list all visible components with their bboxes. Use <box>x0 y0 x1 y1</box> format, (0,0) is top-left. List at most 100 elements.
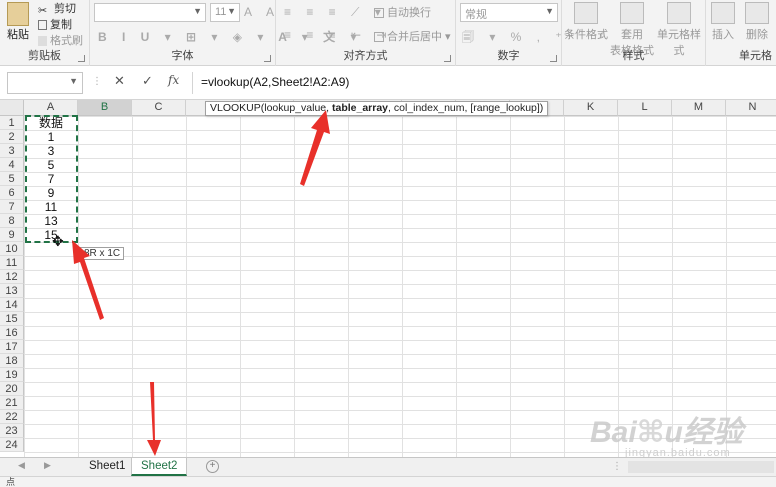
function-tooltip[interactable]: VLOOKUP(lookup_value, table_array, col_i… <box>205 101 549 116</box>
selection-size-tip: 8R x 1C <box>80 247 125 260</box>
status-bar: 点 <box>0 476 776 487</box>
row-header-12[interactable]: 12 <box>0 270 24 284</box>
clipboard-launcher-icon[interactable] <box>78 55 85 62</box>
row-header-10[interactable]: 10 <box>0 242 24 256</box>
number-format-combo[interactable]: 常规 ▼ <box>460 3 558 22</box>
wrap-text-button[interactable]: 自动换行 <box>374 4 431 20</box>
tab-splitter-icon[interactable]: ⋮ <box>612 461 622 472</box>
row-header-1[interactable]: 1 <box>0 116 24 130</box>
row-header-23[interactable]: 23 <box>0 424 24 438</box>
row-header-18[interactable]: 18 <box>0 354 24 368</box>
chevron-down-icon: ▼ <box>193 6 202 16</box>
row-header-24[interactable]: 24 <box>0 438 24 452</box>
row-header-11[interactable]: 11 <box>0 256 24 270</box>
tooltip-current-arg[interactable]: table_array <box>332 102 388 114</box>
row-header-20[interactable]: 20 <box>0 382 24 396</box>
formula-input[interactable]: =vlookup(A2,Sheet2!A2:A9) <box>192 72 776 94</box>
next-sheet-icon[interactable]: ▶ <box>44 460 51 471</box>
wrap-text-label: 自动换行 <box>387 7 431 19</box>
font-launcher-icon[interactable] <box>264 55 271 62</box>
font-size-combo[interactable]: 11 ▼ <box>210 3 240 22</box>
column-header-m[interactable]: M <box>672 100 726 116</box>
alignment-launcher-icon[interactable] <box>444 55 451 62</box>
conditional-format-icon <box>574 2 598 24</box>
styles-group: 条件格式 套用 表格格式 单元格样式 样式 <box>562 0 706 66</box>
chevron-down-icon: ▼ <box>227 6 236 16</box>
font-name-combo[interactable]: ▼ <box>94 3 206 22</box>
conditional-format-button[interactable]: 条件格式 <box>564 2 608 42</box>
row-header-17[interactable]: 17 <box>0 340 24 354</box>
row-header-6[interactable]: 6 <box>0 186 24 200</box>
delete-icon <box>745 2 769 24</box>
copy-label: 复制 <box>50 19 72 31</box>
font-grow-shrink-icons[interactable]: A A <box>244 5 280 19</box>
row-header-4[interactable]: 4 <box>0 158 24 172</box>
row-header-15[interactable]: 15 <box>0 312 24 326</box>
format-painter-button[interactable]: 格式刷 <box>38 32 83 48</box>
column-header-b[interactable]: B <box>78 100 132 116</box>
row-header-19[interactable]: 19 <box>0 368 24 382</box>
column-header-a[interactable]: A <box>24 100 78 116</box>
number-group-label: 数字 <box>497 50 520 62</box>
tab-sheet2[interactable]: Sheet2 <box>131 458 188 476</box>
row-header-8[interactable]: 8 <box>0 214 24 228</box>
chevron-down-icon: ▼ <box>545 6 554 16</box>
font-size-value: 11 <box>215 6 227 18</box>
enter-button[interactable]: ✓ <box>142 73 153 89</box>
cells-group-label: 单元格 <box>739 50 772 62</box>
prev-sheet-icon[interactable]: ◀ <box>18 460 25 471</box>
cancel-button[interactable]: ✕ <box>114 73 125 89</box>
insert-button[interactable]: 插入 <box>708 2 738 42</box>
merge-center-button[interactable]: 合并后居中 ▾ <box>374 28 451 44</box>
insert-label: 插入 <box>712 29 734 41</box>
number-launcher-icon[interactable] <box>550 55 557 62</box>
tooltip-prefix: VLOOKUP(lookup_value, <box>210 102 332 114</box>
chevron-down-icon: ▼ <box>69 76 78 86</box>
row-header-5[interactable]: 5 <box>0 172 24 186</box>
table-format-label-1: 套用 <box>621 29 643 41</box>
vertical-align-icons[interactable]: ≡ ≡ ≡ ⟋ ▾ <box>284 5 387 20</box>
column-header-k[interactable]: K <box>564 100 618 116</box>
cut-button[interactable]: ✂ 剪切 <box>38 0 76 17</box>
move-cursor-icon: ✥ <box>52 233 64 249</box>
select-all-corner[interactable] <box>0 100 24 116</box>
row-header-14[interactable]: 14 <box>0 298 24 312</box>
column-header-n[interactable]: N <box>726 100 776 116</box>
row-header-3[interactable]: 3 <box>0 144 24 158</box>
brush-icon <box>38 36 47 46</box>
cell-styles-icon <box>667 2 691 24</box>
ribbon: 粘贴 ✂ 剪切 复制 格式刷 剪贴板 ▼ 11 ▼ A A B I U ▾ ⊞ ▾ … <box>0 0 776 66</box>
worksheet-grid[interactable]: ABCDEFGHIJKLMN 1234567891011121314151617… <box>0 100 776 457</box>
wrap-icon <box>374 8 384 18</box>
number-group: 常规 ▼ 🗐 ▾ % , ⁺⁰ ⁻⁰ 数字 <box>456 0 605 66</box>
cell-area[interactable] <box>24 116 776 457</box>
formula-bar-splitter[interactable]: ⋮ <box>92 76 102 87</box>
paste-label: 粘贴 <box>7 29 29 41</box>
sheet-tab-bar: ◀ ▶ Sheet1 Sheet2 + ⋮ <box>0 457 776 476</box>
row-header-21[interactable]: 21 <box>0 396 24 410</box>
column-header-c[interactable]: C <box>132 100 186 116</box>
table-format-icon <box>620 2 644 24</box>
copy-button[interactable]: 复制 <box>38 16 72 32</box>
name-box[interactable]: ▼ <box>7 72 83 94</box>
row-header-22[interactable]: 22 <box>0 410 24 424</box>
paste-icon <box>7 2 29 26</box>
alignment-group-label: 对齐方式 <box>343 50 388 62</box>
tab-sheet1[interactable]: Sheet1 <box>80 458 134 476</box>
column-header-l[interactable]: L <box>618 100 672 116</box>
delete-label: 删除 <box>746 29 768 41</box>
cut-label: 剪切 <box>54 3 76 15</box>
alignment-group: ≡ ≡ ≡ ⟋ ▾ 自动换行 ≡ ≡ ≡ ⇤ ⇥ 合并后居中 ▾ 对齐方式 <box>276 0 456 66</box>
insert-function-button[interactable]: fx <box>168 73 179 87</box>
paste-button[interactable]: 粘贴 <box>4 2 32 42</box>
row-header-9[interactable]: 9 <box>0 228 24 242</box>
row-header-7[interactable]: 7 <box>0 200 24 214</box>
row-header-13[interactable]: 13 <box>0 284 24 298</box>
number-format-value: 常规 <box>465 9 487 21</box>
horizontal-scrollbar[interactable] <box>628 461 774 473</box>
clipboard-group: 粘贴 ✂ 剪切 复制 格式刷 剪贴板 <box>0 0 90 66</box>
row-header-2[interactable]: 2 <box>0 130 24 144</box>
delete-button[interactable]: 删除 <box>742 2 772 42</box>
row-header-16[interactable]: 16 <box>0 326 24 340</box>
add-sheet-icon[interactable]: + <box>206 460 219 473</box>
